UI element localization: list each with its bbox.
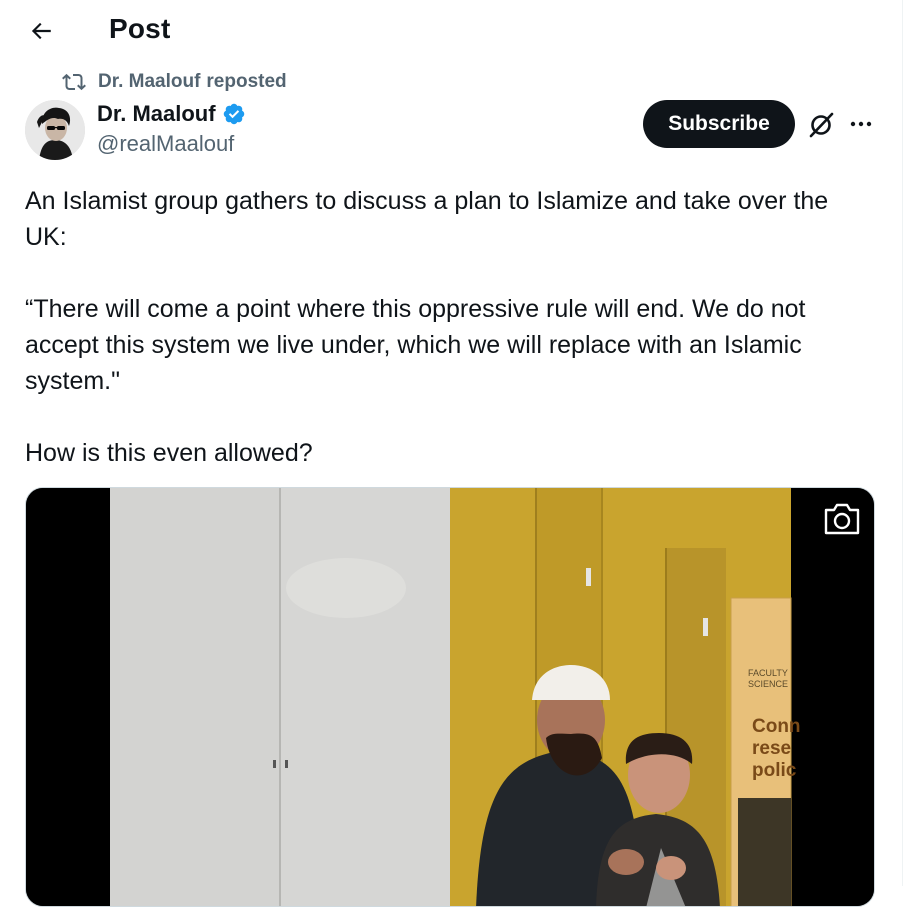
post-text: An Islamist group gathers to discuss a p… — [25, 183, 875, 471]
avatar[interactable] — [25, 100, 85, 160]
repost-indicator[interactable]: Dr. Maalouf reposted — [62, 70, 287, 94]
author-name-line[interactable]: Dr. Maalouf — [97, 101, 246, 127]
page-title: Post — [109, 13, 171, 44]
post-text-line-3: How is this even allowed? — [25, 439, 313, 467]
back-button[interactable] — [22, 12, 60, 50]
repost-action: reposted — [206, 71, 287, 92]
banner-text-large-1: Conn — [752, 716, 801, 737]
banner-text-large-2: rese — [752, 738, 791, 759]
post-text-line-1: An Islamist group gathers to discuss a p… — [25, 187, 829, 251]
verified-badge-icon — [223, 103, 244, 125]
header: Post — [0, 0, 903, 62]
banner-text-large-3: polic — [752, 760, 797, 781]
more-dots-icon[interactable] — [846, 110, 876, 138]
post-page: Post Dr. Maalouf reposted Dr. Maalouf @r… — [0, 0, 903, 907]
camera-icon[interactable] — [820, 500, 864, 538]
avatar-image — [25, 100, 85, 160]
arrow-left-icon — [31, 22, 51, 40]
repost-user[interactable]: Dr. Maalouf — [98, 71, 200, 93]
subscribe-button[interactable]: Subscribe — [643, 100, 795, 148]
banner-text-small-1: FACULTY — [748, 668, 788, 678]
author-name[interactable]: Dr. Maalouf — [97, 101, 216, 127]
video-media[interactable]: FACULTY SCIENCE Conn rese polic — [25, 487, 875, 907]
banner-text-small-2: SCIENCE — [748, 679, 788, 689]
post-text-line-2: “There will come a point where this oppr… — [25, 295, 806, 395]
video-frame: FACULTY SCIENCE Conn rese polic — [26, 488, 874, 906]
grok-icon[interactable] — [806, 110, 836, 140]
repost-icon — [62, 73, 86, 91]
author-handle[interactable]: @realMaalouf — [97, 131, 234, 157]
